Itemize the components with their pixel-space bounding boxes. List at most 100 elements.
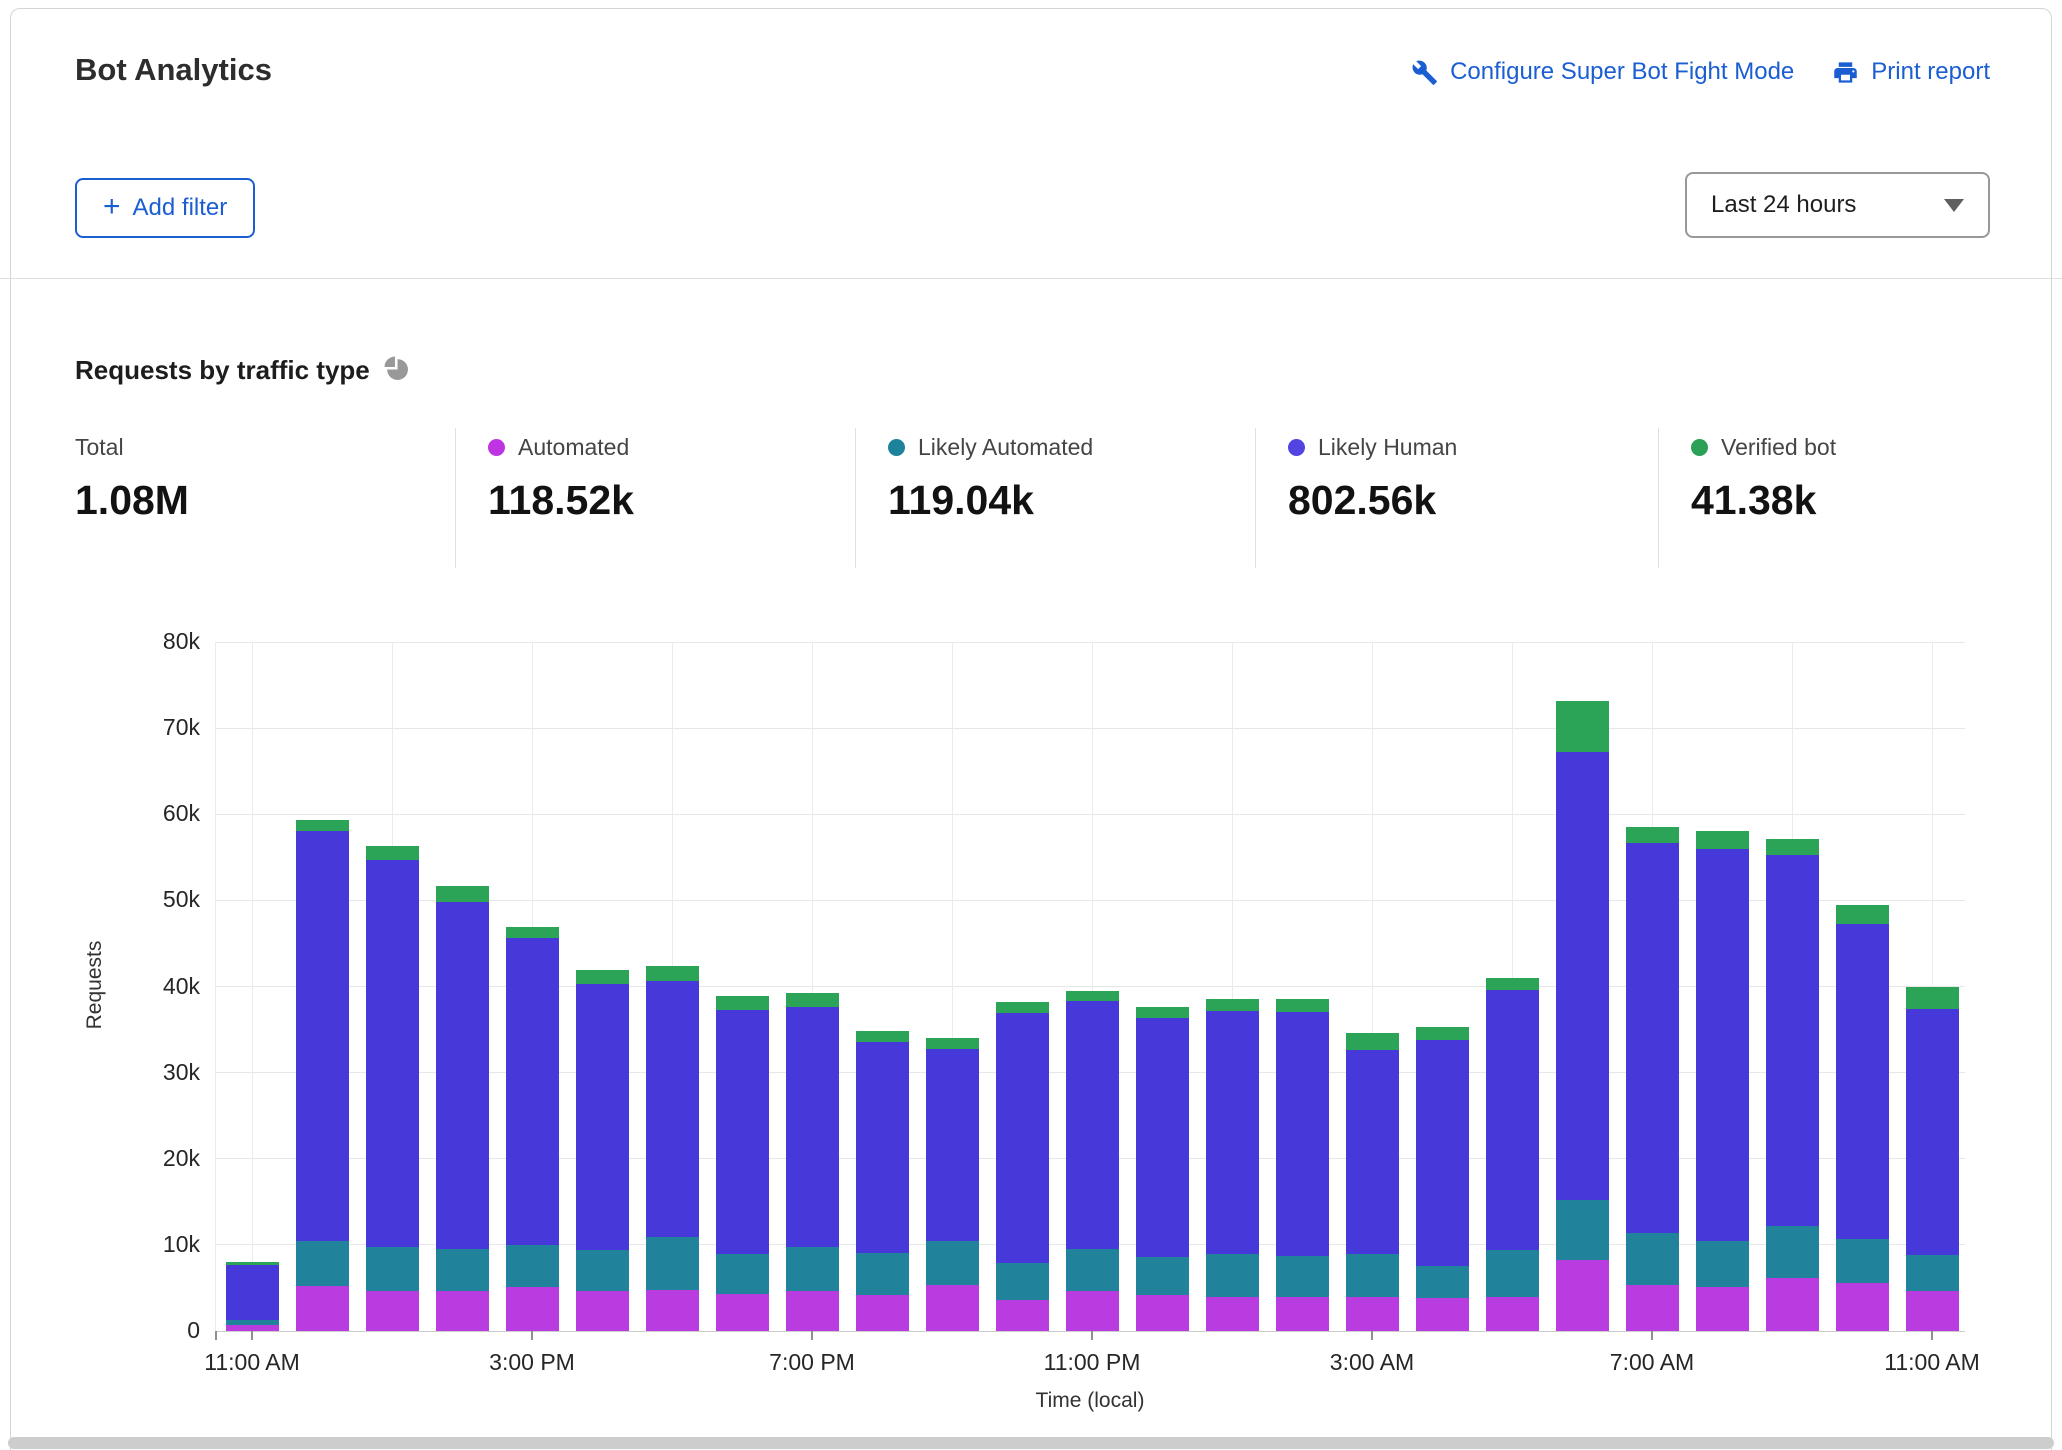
segment-likely-automated: [296, 1241, 349, 1286]
bar-hour-8[interactable]: [786, 993, 839, 1331]
x-axis-tick: [1651, 1331, 1653, 1340]
time-range-select[interactable]: Last 24 hours: [1685, 172, 1990, 238]
segment-likely-automated: [1136, 1257, 1189, 1295]
stat-header: Total: [75, 434, 455, 461]
bar-hour-21[interactable]: [1696, 831, 1749, 1331]
section-title-row: Requests by traffic type: [75, 355, 409, 386]
segment-automated: [366, 1291, 419, 1331]
stat-value: 802.56k: [1288, 477, 1658, 524]
bar-hour-15[interactable]: [1276, 999, 1329, 1331]
segment-likely-human: [436, 902, 489, 1249]
stat-likely-human: Likely Human802.56k: [1255, 428, 1658, 568]
segment-likely-human: [296, 831, 349, 1241]
bar-hour-14[interactable]: [1206, 999, 1259, 1331]
segment-verified-bot: [716, 996, 769, 1010]
segment-automated: [296, 1286, 349, 1331]
segment-verified-bot: [1136, 1007, 1189, 1017]
pie-chart-icon: [384, 356, 409, 386]
y-tick-label: 40k: [115, 973, 200, 1000]
bar-hour-19[interactable]: [1556, 701, 1609, 1331]
segment-likely-human: [1486, 990, 1539, 1250]
segment-automated: [646, 1290, 699, 1331]
x-axis-tick: [1091, 1331, 1093, 1340]
chevron-down-icon: [1944, 199, 1964, 212]
segment-likely-human: [1346, 1050, 1399, 1254]
stat-value: 41.38k: [1691, 477, 1836, 524]
bot-analytics-page: Bot Analytics Configure Super Bot Fight …: [0, 0, 2062, 1450]
segment-likely-human: [1626, 843, 1679, 1233]
gridline-y: [215, 814, 1965, 815]
segment-verified-bot: [1486, 978, 1539, 990]
segment-automated: [1416, 1298, 1469, 1331]
bar-hour-13[interactable]: [1136, 1007, 1189, 1331]
segment-verified-bot: [296, 820, 349, 831]
x-tick-label: 11:00 PM: [1044, 1349, 1141, 1376]
axis-left-edge: [215, 642, 216, 1331]
bar-hour-18[interactable]: [1486, 978, 1539, 1331]
bar-hour-16[interactable]: [1346, 1033, 1399, 1331]
horizontal-scrollbar[interactable]: [8, 1437, 2054, 1449]
segment-likely-human: [576, 984, 629, 1250]
bar-hour-3[interactable]: [436, 886, 489, 1331]
bar-hour-5[interactable]: [576, 970, 629, 1331]
bar-hour-17[interactable]: [1416, 1027, 1469, 1331]
stat-label: Total: [75, 434, 124, 461]
y-tick-label: 60k: [115, 800, 200, 827]
segment-verified-bot: [926, 1038, 979, 1048]
print-report-link[interactable]: Print report: [1832, 58, 1990, 86]
segment-verified-bot: [996, 1002, 1049, 1013]
stat-header: Automated: [488, 434, 855, 461]
segment-likely-human: [1556, 752, 1609, 1200]
segment-likely-automated: [1626, 1233, 1679, 1286]
segment-automated: [576, 1291, 629, 1331]
segment-likely-automated: [1346, 1254, 1399, 1296]
segment-likely-human: [366, 860, 419, 1248]
segment-likely-human: [1836, 924, 1889, 1239]
bar-hour-6[interactable]: [646, 966, 699, 1331]
stat-automated: Automated118.52k: [455, 428, 855, 568]
bar-hour-4[interactable]: [506, 927, 559, 1331]
segment-likely-human: [1066, 1001, 1119, 1249]
segment-verified-bot: [786, 993, 839, 1007]
bar-hour-1[interactable]: [296, 820, 349, 1331]
segment-automated: [1906, 1291, 1959, 1331]
bar-hour-20[interactable]: [1626, 827, 1679, 1331]
bar-hour-9[interactable]: [856, 1031, 909, 1331]
gridline-y: [215, 642, 1965, 643]
segment-automated: [1136, 1295, 1189, 1331]
y-tick-label: 20k: [115, 1145, 200, 1172]
bar-hour-11[interactable]: [996, 1002, 1049, 1331]
x-tick-label: 7:00 AM: [1610, 1349, 1694, 1376]
bar-hour-22[interactable]: [1766, 839, 1819, 1331]
segment-likely-automated: [716, 1254, 769, 1294]
traffic-type-stats: Total1.08MAutomated118.52kLikely Automat…: [75, 428, 1992, 568]
gridline-x: [252, 642, 253, 1331]
segment-verified-bot: [1766, 839, 1819, 855]
segment-likely-automated: [1836, 1239, 1889, 1283]
y-tick-label: 10k: [115, 1231, 200, 1258]
segment-likely-automated: [786, 1247, 839, 1291]
bar-hour-10[interactable]: [926, 1038, 979, 1331]
bar-hour-0[interactable]: [226, 1262, 279, 1331]
stat-label: Automated: [518, 434, 629, 461]
print-link-label: Print report: [1871, 58, 1990, 86]
stat-value: 119.04k: [888, 477, 1255, 524]
segment-likely-automated: [856, 1253, 909, 1295]
requests-stacked-bar-chart: 010k20k30k40k50k60k70k80k11:00 AM3:00 PM…: [215, 642, 1965, 1331]
configure-super-bot-fight-mode-link[interactable]: Configure Super Bot Fight Mode: [1411, 58, 1794, 86]
add-filter-button[interactable]: + Add filter: [75, 178, 255, 238]
y-tick-label: 80k: [115, 628, 200, 655]
x-axis-title: Time (local): [1036, 1389, 1145, 1413]
stat-header: Likely Automated: [888, 434, 1255, 461]
bar-hour-24[interactable]: [1906, 987, 1959, 1331]
segment-likely-automated: [646, 1237, 699, 1290]
segment-likely-automated: [996, 1263, 1049, 1300]
y-tick-label: 30k: [115, 1059, 200, 1086]
bar-hour-23[interactable]: [1836, 905, 1889, 1331]
bar-hour-12[interactable]: [1066, 991, 1119, 1331]
segment-automated: [786, 1291, 839, 1331]
segment-automated: [436, 1291, 489, 1331]
bar-hour-7[interactable]: [716, 996, 769, 1331]
bar-hour-2[interactable]: [366, 846, 419, 1331]
gridline-y: [215, 728, 1965, 729]
